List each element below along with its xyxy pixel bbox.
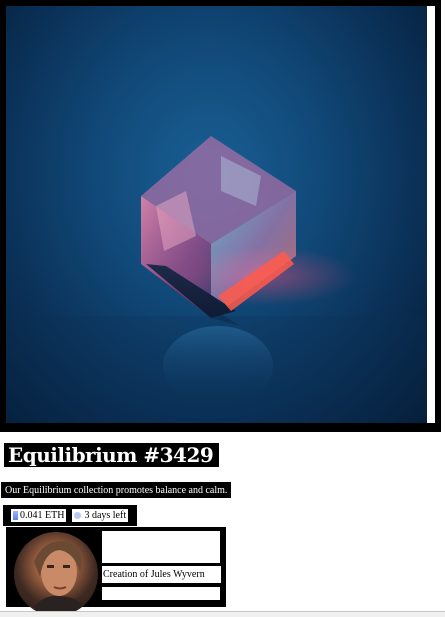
time-left-value: 3 days left <box>84 510 127 521</box>
time-badge: 3 days left <box>72 509 129 522</box>
description-banner: Our Equilibrium collection promotes bala… <box>1 482 232 498</box>
title-banner: Equilibrium #3429 <box>4 443 220 467</box>
creator-avatar[interactable] <box>14 532 98 616</box>
equilibrium-image[interactable] <box>6 6 435 423</box>
meta-row: 0.041 ETH 3 days left <box>3 505 138 526</box>
avatar-portrait <box>29 541 89 616</box>
cube-illustration <box>6 136 427 423</box>
bottom-edge-strip <box>0 611 445 617</box>
nft-preview-card: Equilibrium #3429 Our Equilibrium collec… <box>0 0 445 617</box>
creator-panel-bottom <box>102 587 220 600</box>
ethereum-icon <box>13 511 18 520</box>
price-badge: 0.041 ETH <box>11 509 67 522</box>
price-value: 0.041 ETH <box>20 510 65 521</box>
nft-description: Our Equilibrium collection promotes bala… <box>5 484 228 496</box>
creator-name[interactable]: Creation of Jules Wyvern <box>102 566 221 583</box>
hero-image-frame <box>0 0 441 432</box>
clock-icon <box>74 512 82 519</box>
creator-section: Creation of Jules Wyvern <box>6 527 226 616</box>
nft-title: Equilibrium #3429 <box>8 443 214 467</box>
creator-panel-top <box>102 531 220 563</box>
